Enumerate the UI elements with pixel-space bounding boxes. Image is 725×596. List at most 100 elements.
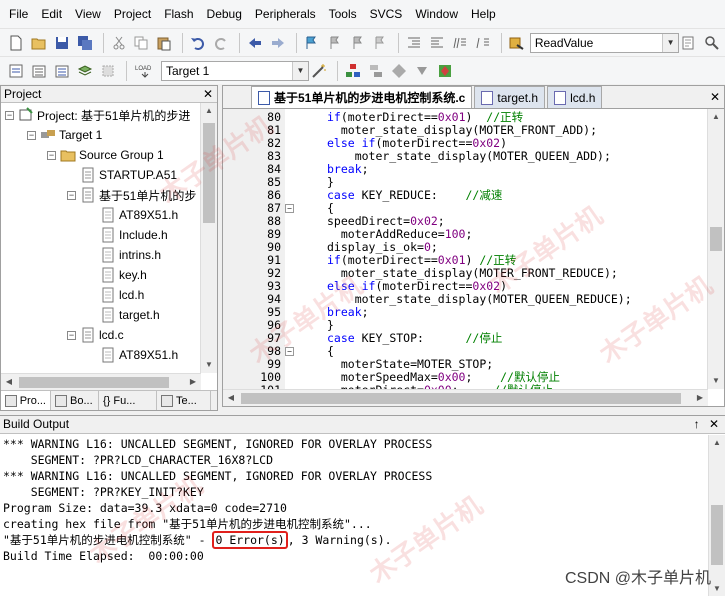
scroll-thumb[interactable] <box>711 505 723 565</box>
scroll-up-icon[interactable]: ▲ <box>709 435 725 451</box>
open-file-button[interactable] <box>29 33 49 53</box>
tree-item[interactable]: − 基于51单片机的步 <box>67 185 196 205</box>
tree-item[interactable]: lcd.h <box>87 285 144 305</box>
close-icon[interactable]: ✕ <box>203 86 213 102</box>
scroll-up-icon[interactable]: ▲ <box>708 109 724 125</box>
scroll-down-icon[interactable]: ▼ <box>708 373 724 389</box>
tree-item[interactable]: intrins.h <box>87 245 161 265</box>
tree-item[interactable]: key.h <box>87 265 147 285</box>
pack-installer-button[interactable] <box>412 61 432 81</box>
scroll-down-icon[interactable]: ▼ <box>709 581 725 596</box>
tree-item[interactable]: − Project: 基于51单片机的步进 <box>5 105 190 125</box>
clear-bookmarks-button[interactable] <box>370 33 390 53</box>
pack-green-button[interactable] <box>435 61 455 81</box>
collapse-toggle-icon[interactable]: − <box>67 190 76 200</box>
pane-tab[interactable]: Bo... <box>51 391 99 410</box>
tree-item[interactable]: − Source Group 1 <box>47 145 164 165</box>
editor-vscroll[interactable]: ▲ ▼ <box>707 109 724 389</box>
menu-view[interactable]: View <box>70 0 106 28</box>
select-packs-button[interactable] <box>389 61 409 81</box>
scroll-thumb[interactable] <box>241 393 681 404</box>
editor-tab[interactable]: lcd.h <box>547 86 603 108</box>
close-icon[interactable]: ✕ <box>709 417 719 431</box>
scroll-right-icon[interactable]: ▶ <box>692 390 708 406</box>
collapse-toggle-icon[interactable]: − <box>27 130 36 140</box>
scroll-right-icon[interactable]: ▶ <box>185 374 201 390</box>
collapse-toggle-icon[interactable]: − <box>5 110 14 120</box>
menu-project[interactable]: Project <box>109 0 156 28</box>
editor-hscroll[interactable]: ◀ ▶ <box>223 389 708 406</box>
find-combo[interactable]: ReadValue ▼ <box>529 32 680 53</box>
fold-toggle-icon[interactable]: − <box>285 204 294 213</box>
scroll-thumb[interactable] <box>203 123 215 223</box>
scroll-left-icon[interactable]: ◀ <box>1 374 17 390</box>
prev-bookmark-button[interactable] <box>325 33 345 53</box>
save-all-button[interactable] <box>75 33 95 53</box>
cut-button[interactable] <box>109 33 129 53</box>
find-in-files-button[interactable] <box>507 33 527 53</box>
manage-components-button[interactable] <box>343 61 363 81</box>
find-button[interactable] <box>679 33 699 53</box>
collapse-toggle-icon[interactable]: − <box>47 150 56 160</box>
file-extensions-button[interactable] <box>366 61 386 81</box>
menu-help[interactable]: Help <box>466 0 501 28</box>
fold-toggle-icon[interactable]: − <box>285 347 294 356</box>
menu-svcs[interactable]: SVCS <box>365 0 408 28</box>
nav-forward-button[interactable] <box>268 33 288 53</box>
translate-button[interactable] <box>6 61 26 81</box>
menu-peripherals[interactable]: Peripherals <box>250 0 321 28</box>
project-tree-hscroll[interactable]: ◀ ▶ <box>1 373 201 390</box>
tree-item[interactable]: STARTUP.A51 <box>67 165 177 185</box>
pane-tab[interactable]: Pro... <box>1 391 51 410</box>
new-file-button[interactable] <box>6 33 26 53</box>
menu-edit[interactable]: Edit <box>36 0 67 28</box>
chevron-down-icon[interactable]: ▼ <box>292 61 308 80</box>
paste-button[interactable] <box>154 33 174 53</box>
incremental-find-button[interactable] <box>702 33 722 53</box>
bookmark-button[interactable] <box>302 33 322 53</box>
rebuild-button[interactable] <box>52 61 72 81</box>
pane-tab[interactable]: Te... <box>157 391 211 410</box>
target-combo[interactable]: Target 1 ▼ <box>161 60 309 81</box>
code-area[interactable]: 80 if(moterDirect==0x01) //正转 81 moter_sta… <box>223 109 708 389</box>
tree-item[interactable]: Include.h <box>87 225 168 245</box>
save-button[interactable] <box>52 33 72 53</box>
menu-debug[interactable]: Debug <box>202 0 247 28</box>
comment-button[interactable] <box>450 33 470 53</box>
menu-window[interactable]: Window <box>410 0 463 28</box>
nav-back-button[interactable] <box>245 33 265 53</box>
pin-icon[interactable]: ↑ <box>694 417 700 431</box>
tree-item[interactable]: − Target 1 <box>27 125 102 145</box>
menu-file[interactable]: File <box>4 0 33 28</box>
tree-item[interactable]: target.h <box>87 305 160 325</box>
tree-item[interactable]: AT89X51.h <box>87 205 178 225</box>
tree-item[interactable]: AT89X51.h <box>87 345 178 365</box>
download-button[interactable]: LOAD <box>132 61 158 81</box>
scroll-down-icon[interactable]: ▼ <box>201 357 217 373</box>
editor-tab[interactable]: target.h <box>474 86 546 108</box>
close-icon[interactable]: ✕ <box>710 90 720 104</box>
collapse-toggle-icon[interactable]: − <box>67 330 76 340</box>
target-options-button[interactable] <box>309 61 329 81</box>
batch-build-button[interactable] <box>75 61 95 81</box>
redo-button[interactable] <box>211 33 231 53</box>
copy-button[interactable] <box>131 33 151 53</box>
build-button[interactable] <box>29 61 49 81</box>
scroll-left-icon[interactable]: ◀ <box>223 390 239 406</box>
menu-tools[interactable]: Tools <box>324 0 362 28</box>
unindent-button[interactable] <box>427 33 447 53</box>
scroll-thumb[interactable] <box>19 377 169 388</box>
menu-flash[interactable]: Flash <box>159 0 198 28</box>
tree-item[interactable]: − lcd.c <box>67 325 124 345</box>
next-bookmark-button[interactable] <box>348 33 368 53</box>
indent-button[interactable] <box>404 33 424 53</box>
scroll-up-icon[interactable]: ▲ <box>201 103 217 119</box>
chevron-down-icon[interactable]: ▼ <box>662 33 679 52</box>
undo-button[interactable] <box>188 33 208 53</box>
scroll-thumb[interactable] <box>710 227 722 251</box>
project-tree-vscroll[interactable]: ▲ ▼ <box>200 103 217 373</box>
stop-build-button[interactable] <box>98 61 118 81</box>
editor-tab[interactable]: 基于51单片机的步进电机控制系统.c <box>251 86 473 108</box>
uncomment-button[interactable] <box>473 33 493 53</box>
pane-tab[interactable]: {} Fu... <box>99 391 157 410</box>
